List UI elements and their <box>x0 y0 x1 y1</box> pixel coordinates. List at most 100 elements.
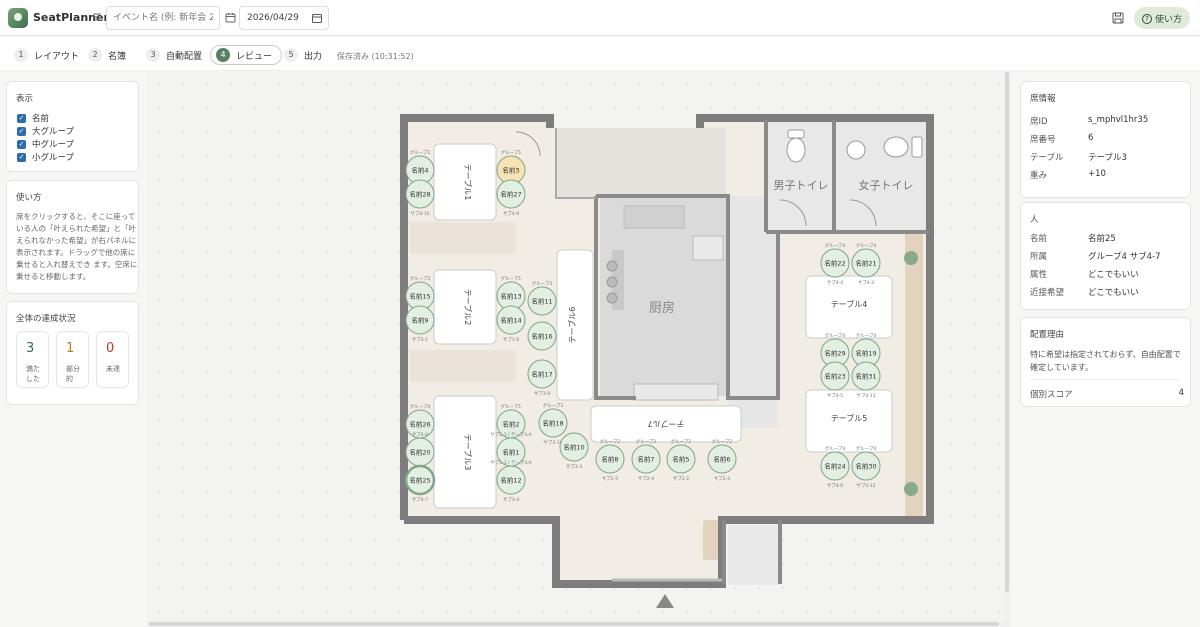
panel-title: 表示 <box>16 94 34 104</box>
seat-group-label: グループ1 <box>501 149 522 156</box>
stat-value: 3 <box>26 341 35 356</box>
list-icon[interactable] <box>92 12 102 22</box>
step-auto-place[interactable]: 3 自動配置 <box>146 45 202 65</box>
scrollbar-thumb[interactable] <box>1005 72 1009 592</box>
stat-partial: 1 部分的 <box>56 331 89 388</box>
question-icon: ? <box>1141 14 1152 24</box>
seat-name: 名前20 <box>409 448 430 457</box>
seat-name: 名前2 <box>502 420 519 429</box>
seat-group-label: グループ3 <box>410 275 431 282</box>
stat-label: 未達 <box>106 365 120 373</box>
usage-panel: 使い方 席をクリックすると、そこに座っている人の「叶えられた希望」と「叶えられな… <box>6 180 139 294</box>
room-label-kitchen: 厨房 <box>649 300 675 316</box>
seat[interactable]: 名前15 グループ3 <box>405 275 435 311</box>
check-icon[interactable]: ✓ <box>17 139 26 149</box>
seat-name: 名前9 <box>411 316 428 325</box>
stat-label: 満たした <box>26 365 40 383</box>
app-header: SeatPlanner 2026/04/29 ?使い方 <box>0 0 1200 36</box>
seat-name: 名前29 <box>824 349 845 358</box>
entrance-arrow-icon <box>656 594 674 608</box>
help-button[interactable]: ? 使い方 <box>1134 7 1190 29</box>
table-label: テーブル4 <box>831 299 868 309</box>
event-name-input[interactable] <box>106 6 220 30</box>
seat-group-label: グループ4 <box>825 332 846 339</box>
seat-subgroup-label: サブ4-12 <box>856 482 875 489</box>
seat[interactable]: 名前16 <box>527 321 557 351</box>
table-label: テーブル5 <box>831 413 868 423</box>
step-review[interactable]: 4 レビュー <box>210 45 283 65</box>
step-label: 出力 <box>304 51 323 62</box>
floor-plan: 厨房 男子トイレ 女子トイレ テーブル1 テーブル2 テーブル3 テーブル4 テ… <box>400 114 934 608</box>
room-label-women: 女子トイレ <box>859 178 914 192</box>
scrollbar-thumb[interactable] <box>149 622 999 626</box>
seat-subgroup-label: サブ4-13 <box>856 392 875 399</box>
seat-group-label: グループ3 <box>532 280 553 287</box>
seat-group-label: グループ2 <box>410 149 431 156</box>
checkbox-mid-group[interactable]: ✓ 中グループ <box>17 138 74 150</box>
horizontal-scrollbar[interactable] <box>147 621 1004 627</box>
seat-subgroup-label: サブ4-7 <box>412 496 428 503</box>
seat-subgroup-label: サブ2-4 <box>638 475 654 482</box>
seat[interactable]: 名前13 グループ1 <box>496 275 526 311</box>
checkbox-large-group[interactable]: ✓ 大グループ <box>17 125 74 137</box>
step-roster[interactable]: 2 名簿 <box>88 45 126 65</box>
table-label: テーブル7 <box>648 419 685 429</box>
check-icon[interactable]: ✓ <box>17 152 26 162</box>
room-label-men: 男子トイレ <box>774 179 829 192</box>
seat-subgroup-label: サブ3-3 <box>566 463 582 470</box>
seat-name: 名前25 <box>409 476 430 485</box>
table-label: テーブル3 <box>463 434 473 471</box>
table-label: テーブル2 <box>463 289 473 326</box>
seat-name: 名前5 <box>672 455 689 464</box>
achievement-panel: 全体の達成状況 3 満たした 1 部分的 0 未達 <box>6 301 139 405</box>
checkbox-name[interactable]: ✓ 名前 <box>17 112 49 124</box>
table-label: テーブル6 <box>567 307 577 344</box>
seat-group-label: グループ1 <box>501 403 522 410</box>
seat-subgroup-label: サブ4-4 <box>827 279 843 286</box>
placement-reason-panel: 配置理由 特に希望は指定されておらず、自由配置で確定しています。 個別スコア 4 <box>1020 317 1191 407</box>
seat-name: 名前14 <box>500 316 521 325</box>
seat-name: 名前4 <box>411 166 428 175</box>
seat-name: 名前16 <box>531 332 552 341</box>
divider <box>1030 379 1181 380</box>
person-panel: 人 名前 名前25 所属 グループ4 サブ4-7 属性 どこでもいい 近接希望 どこでも… <box>1020 202 1191 310</box>
seat-name: 名前24 <box>824 462 845 471</box>
panel-title: 使い方 <box>16 193 42 203</box>
seat-name: 名前17 <box>531 370 552 379</box>
calendar-icon[interactable] <box>312 13 322 23</box>
display-panel: 表示 ✓ 名前 ✓ 大グループ ✓ 中グループ ✓ 小グループ <box>6 81 139 172</box>
seat-name: 名前31 <box>855 372 876 381</box>
stat-unmet: 0 未達 <box>96 331 129 388</box>
seat-name: 名前18 <box>542 419 563 428</box>
floor-canvas[interactable]: 厨房 男子トイレ 女子トイレ テーブル1 テーブル2 テーブル3 テーブル4 テ… <box>147 72 1011 627</box>
step-label: レビュー <box>236 51 273 62</box>
seat-name: 名前6 <box>713 455 730 464</box>
seat-name: 名前28 <box>409 190 430 199</box>
seat-group-label: グループ3 <box>543 402 564 409</box>
seat-subgroup-label: サブ3-9 <box>534 390 550 397</box>
step-label: レイアウト <box>34 51 80 62</box>
step-layout[interactable]: 1 レイアウト <box>14 45 79 65</box>
step-label: 自動配置 <box>166 51 203 62</box>
seat-subgroup-label: サブ4-10 <box>410 210 429 217</box>
seat-group-label: グループ2 <box>671 438 692 445</box>
stat-value: 0 <box>106 341 115 356</box>
panel-title: 人 <box>1030 215 1039 225</box>
step-output[interactable]: 5 出力 <box>284 45 322 65</box>
save-icon[interactable] <box>1112 12 1124 24</box>
step-bar: 1 レイアウト 2 名簿 3 自動配置 4 レビュー 5 出力 保存済み (10:31:5… <box>0 37 1200 71</box>
check-icon[interactable]: ✓ <box>17 113 26 123</box>
vertical-scrollbar[interactable] <box>1004 72 1010 627</box>
usage-text: 席をクリックすると、そこに座っている人の「叶えられた希望」と「叶えられなかった希… <box>16 212 138 281</box>
seat-group-label: グループ2 <box>600 438 621 445</box>
panel-title: 席情報 <box>1030 94 1056 104</box>
seat-subgroup-label: サブ4-6 <box>827 482 843 489</box>
check-icon[interactable]: ✓ <box>17 126 26 136</box>
seat[interactable]: 名前11 グループ3 <box>527 280 557 316</box>
seat[interactable]: 名前4 グループ2 <box>405 149 435 185</box>
checkbox-label: 小グループ <box>32 153 74 163</box>
date-field[interactable]: 2026/04/29 <box>239 6 329 30</box>
calendar-icon <box>225 13 236 23</box>
checkbox-small-group[interactable]: ✓ 小グループ <box>17 151 74 163</box>
stat-satisfied: 3 満たした <box>16 331 49 388</box>
